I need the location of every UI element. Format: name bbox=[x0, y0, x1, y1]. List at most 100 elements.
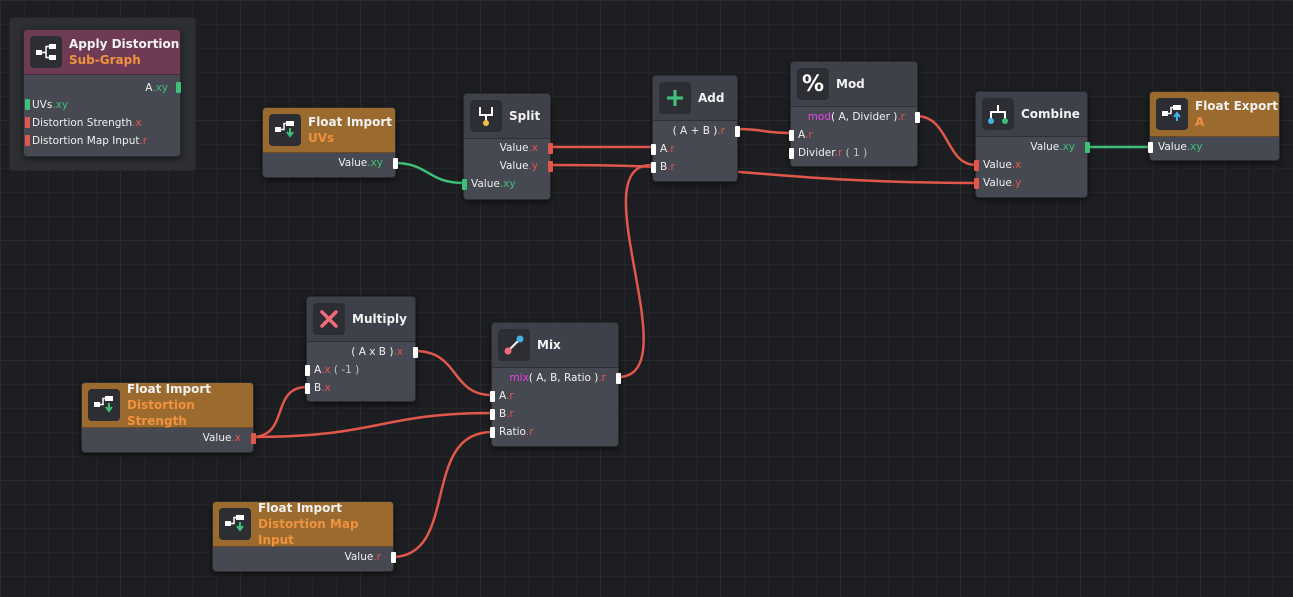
float-import-map-title: Float Import bbox=[258, 501, 343, 515]
mod-title: Mod bbox=[836, 77, 865, 91]
mix-icon bbox=[498, 329, 530, 361]
float-import-map-node[interactable]: Float Import Distortion Map Input Value.… bbox=[212, 501, 396, 572]
float-import-strength-node[interactable]: Float Import Distortion Strength Value.x bbox=[81, 382, 256, 453]
multiply-input-b-port[interactable] bbox=[305, 383, 310, 394]
float-export-input-port[interactable] bbox=[1148, 142, 1153, 153]
multiply-node[interactable]: Multiply ( A x B ).x A.x ( -1 ) B.x bbox=[305, 296, 418, 402]
mod-output-port[interactable] bbox=[915, 112, 920, 123]
subgraph-input-strength: Distortion Strength.x bbox=[32, 117, 142, 129]
combine-input-x-port[interactable] bbox=[974, 160, 979, 171]
split-icon bbox=[470, 100, 502, 132]
plus-icon bbox=[659, 82, 691, 114]
subgraph-node[interactable]: Apply Distortion Sub-Graph A.xy UVs.xy D… bbox=[23, 29, 181, 157]
wire-add-to-mod bbox=[736, 127, 792, 135]
float-import-strength-title: Float Import bbox=[127, 382, 212, 396]
mod-input-divider-label: Divider.r ( 1 ) bbox=[798, 147, 868, 159]
float-import-uvs-subtitle: UVs bbox=[308, 131, 335, 145]
wire-mix-to-add-b bbox=[617, 163, 652, 379]
mix-input-ratio-port[interactable] bbox=[490, 427, 495, 438]
wire-split-y-to-combine-y bbox=[549, 163, 977, 185]
mod-input-a-port[interactable] bbox=[789, 130, 794, 141]
float-import-uvs-title: Float Import bbox=[308, 115, 393, 129]
add-input-a-port[interactable] bbox=[651, 144, 656, 155]
percent-icon: % bbox=[797, 68, 829, 100]
subgraph-title: Apply Distortion bbox=[69, 37, 180, 51]
split-output-y-label: Value.y bbox=[499, 160, 538, 172]
wire-multiply-to-mix-a bbox=[414, 349, 493, 397]
float-import-map-output-label: Value.r bbox=[344, 551, 382, 563]
combine-input-y-port[interactable] bbox=[974, 178, 979, 189]
float-export-title: Float Export bbox=[1195, 99, 1278, 113]
split-output-x-label: Value.x bbox=[499, 142, 538, 154]
subgraph-input-uvs: UVs.xy bbox=[32, 99, 69, 111]
multiply-output-port[interactable] bbox=[413, 347, 418, 358]
combine-title: Combine bbox=[1021, 107, 1080, 121]
subgraph-output-port[interactable] bbox=[176, 82, 181, 93]
float-export-node[interactable]: Float Export A Value.xy bbox=[1148, 91, 1280, 161]
multiply-title: Multiply bbox=[352, 312, 407, 326]
subgraph-subtitle: Sub-Graph bbox=[69, 53, 141, 67]
wire-mod-to-combine-x bbox=[915, 114, 977, 167]
mix-node[interactable]: Mix mix( A, B, Ratio ).r A.r B.r Ratio.r bbox=[490, 322, 621, 447]
subgraph-input-map: Distortion Map Input.r bbox=[32, 135, 148, 147]
float-import-map-subtitle: Distortion Map Input bbox=[258, 517, 359, 547]
mod-input-divider-port[interactable] bbox=[789, 148, 794, 159]
multiply-icon bbox=[313, 303, 345, 335]
subgraph-input-port-strength[interactable] bbox=[25, 117, 30, 128]
float-import-strength-output-label: Value.x bbox=[202, 432, 241, 444]
float-import-map-output-port[interactable] bbox=[391, 552, 396, 563]
mix-input-b-label: B.r bbox=[499, 408, 514, 420]
export-icon bbox=[1156, 98, 1188, 130]
mix-input-a-label: A.r bbox=[499, 390, 514, 402]
combine-node[interactable]: Combine Value.xy Value.x Value.y bbox=[974, 91, 1090, 198]
split-title: Split bbox=[509, 109, 541, 123]
import-icon bbox=[219, 508, 251, 540]
combine-input-x-label: Value.x bbox=[983, 159, 1022, 171]
wire-strength-to-multiply-b bbox=[251, 385, 308, 439]
add-input-b-port[interactable] bbox=[651, 162, 656, 173]
add-input-b-label: B.r bbox=[660, 161, 675, 173]
wire-strength-to-mix-b bbox=[251, 411, 493, 439]
multiply-input-a-port[interactable] bbox=[305, 365, 310, 376]
add-input-a-label: A.r bbox=[660, 143, 675, 155]
import-icon bbox=[88, 389, 120, 421]
multiply-input-a-label: A.x ( -1 ) bbox=[314, 364, 360, 376]
add-node[interactable]: Add ( A + B ).r A.r B.r bbox=[651, 75, 740, 182]
multiply-input-b-label: B.x bbox=[314, 382, 331, 394]
float-import-strength-subtitle: Distortion Strength bbox=[127, 398, 195, 428]
float-import-uvs-node[interactable]: Float Import UVs Value.xy bbox=[262, 107, 398, 178]
mod-input-a-label: A.r bbox=[798, 129, 813, 141]
wire-uvs-to-split bbox=[393, 161, 466, 185]
split-output-x-port[interactable] bbox=[548, 143, 553, 154]
subgraph-input-port-uvs[interactable] bbox=[25, 99, 30, 110]
mod-node[interactable]: % Mod mod( A, Divider ).r A.r Divider.r … bbox=[789, 61, 920, 167]
combine-icon bbox=[982, 98, 1014, 130]
add-output-port[interactable] bbox=[735, 126, 740, 137]
mix-input-a-port[interactable] bbox=[490, 391, 495, 402]
split-node[interactable]: Split Value.x Value.y Value.xy bbox=[462, 93, 553, 200]
mod-output-label: mod( A, Divider ).r bbox=[807, 111, 905, 123]
add-title: Add bbox=[698, 91, 725, 105]
split-output-y-port[interactable] bbox=[548, 161, 553, 172]
float-export-subtitle: A bbox=[1195, 115, 1205, 129]
multiply-output-label: ( A x B ).x bbox=[351, 346, 403, 358]
import-icon bbox=[269, 114, 301, 146]
combine-output-port[interactable] bbox=[1085, 142, 1090, 153]
split-input-label: Value.xy bbox=[471, 178, 516, 190]
float-export-input-label: Value.xy bbox=[1158, 141, 1203, 153]
mix-output-label: mix( A, B, Ratio ).r bbox=[509, 372, 606, 384]
combine-output-label: Value.xy bbox=[1030, 141, 1075, 153]
mix-input-ratio-label: Ratio.r bbox=[499, 426, 534, 438]
combine-input-y-label: Value.y bbox=[983, 177, 1022, 189]
mix-input-b-port[interactable] bbox=[490, 409, 495, 420]
subgraph-output-label: A.xy bbox=[145, 82, 168, 94]
graph-icon bbox=[30, 36, 62, 68]
float-import-uvs-output-port[interactable] bbox=[393, 158, 398, 169]
split-input-port[interactable] bbox=[462, 179, 467, 190]
mix-output-port[interactable] bbox=[616, 373, 621, 384]
add-output-label: ( A + B ).r bbox=[672, 125, 725, 137]
float-import-uvs-output-label: Value.xy bbox=[338, 157, 383, 169]
subgraph-input-port-map[interactable] bbox=[25, 135, 30, 146]
float-import-strength-output-port[interactable] bbox=[251, 433, 256, 444]
wire-map-to-mix-ratio bbox=[391, 430, 493, 559]
